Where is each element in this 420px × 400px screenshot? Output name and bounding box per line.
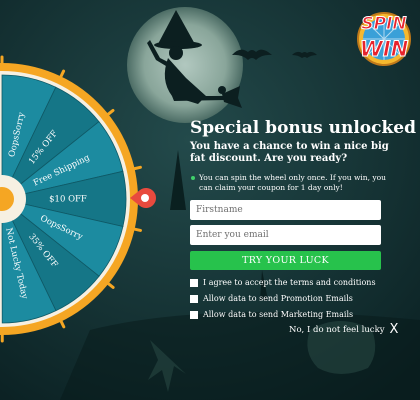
wheel-notch: [106, 108, 115, 117]
wheel-pointer-dot: [141, 194, 149, 202]
marketing-emails-checkbox[interactable]: [190, 311, 198, 319]
promotion-emails-checkbox-row[interactable]: Allow data to send Promotion Emails: [190, 294, 390, 304]
signup-panel: Special bonus unlocked You have a chance…: [190, 118, 416, 320]
wheel-notch: [106, 281, 115, 289]
decline-link[interactable]: No, I do not feel lucky X: [289, 323, 399, 336]
promotion-emails-checkbox[interactable]: [190, 295, 198, 303]
wheel-notch: [59, 69, 66, 79]
green-bullet-icon: [191, 176, 195, 180]
terms-checkbox[interactable]: [190, 279, 198, 287]
logo-line-2: WIN: [359, 37, 409, 61]
panel-title: Special bonus unlocked: [190, 118, 416, 138]
wheel-segment-label: $10 OFF: [49, 194, 87, 204]
promotion-emails-checkbox-label: Allow data to send Promotion Emails: [203, 294, 353, 303]
marketing-emails-checkbox-row[interactable]: Allow data to send Marketing Emails: [190, 310, 390, 320]
email-input[interactable]: [190, 225, 381, 245]
spin-win-logo: SPIN WIN: [357, 12, 411, 66]
try-your-luck-button[interactable]: TRY YOUR LUCK: [190, 251, 381, 270]
marketing-emails-checkbox-label: Allow data to send Marketing Emails: [203, 310, 354, 319]
spin-rules-text: You can spin the wheel only once. If you…: [199, 173, 386, 192]
close-icon[interactable]: X: [390, 323, 399, 336]
terms-checkbox-row[interactable]: I agree to accept the terms and conditio…: [190, 278, 390, 288]
firstname-input[interactable]: [190, 200, 381, 220]
terms-checkbox-label: I agree to accept the terms and conditio…: [203, 278, 376, 287]
spin-rules-note: You can spin the wheel only once. If you…: [190, 173, 390, 193]
wheel-notch: [132, 227, 142, 232]
logo-line-1: SPIN: [361, 14, 407, 34]
wheel-notch: [132, 165, 142, 171]
panel-subtitle: You have a chance to win a nice big fat …: [190, 141, 389, 164]
decline-label: No, I do not feel lucky: [289, 325, 385, 335]
wheel-notch: [59, 319, 66, 329]
